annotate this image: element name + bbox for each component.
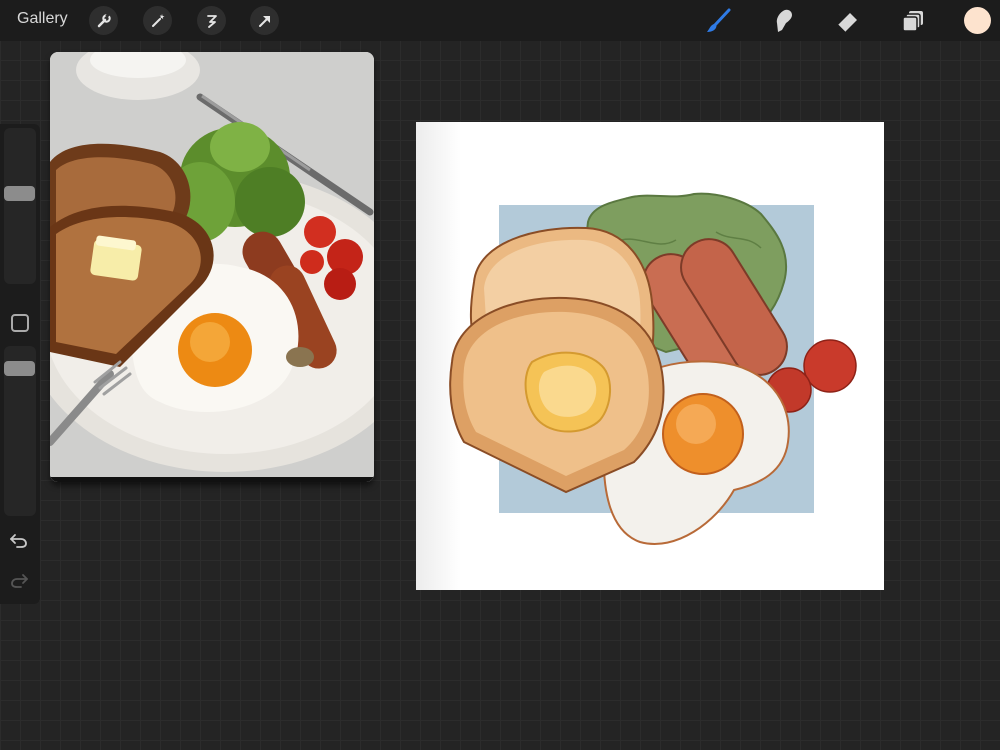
redo-icon[interactable] [9,570,29,595]
top-toolbar: Gallery [0,0,1000,41]
layers-icon[interactable] [897,5,929,37]
reference-image-window[interactable] [50,52,374,482]
opacity-thumb[interactable] [4,361,35,376]
color-picker-swatch[interactable] [964,7,991,34]
gallery-button[interactable]: Gallery [17,10,68,28]
undo-icon[interactable] [9,530,29,555]
magic-wand-icon[interactable] [143,6,172,35]
brush-icon[interactable] [703,5,735,37]
drawing-canvas[interactable] [416,122,884,590]
breakfast-illustration [449,192,857,545]
left-sidebar [0,124,40,604]
eraser-icon[interactable] [831,5,863,37]
selection-icon[interactable] [197,6,226,35]
brush-size-slider[interactable] [4,128,36,284]
breakfast-photo [50,52,374,482]
modify-button[interactable] [11,314,29,332]
wrench-icon[interactable] [89,6,118,35]
smudge-icon[interactable] [767,5,799,37]
brush-size-thumb[interactable] [4,186,35,201]
transform-arrow-icon[interactable] [250,6,279,35]
